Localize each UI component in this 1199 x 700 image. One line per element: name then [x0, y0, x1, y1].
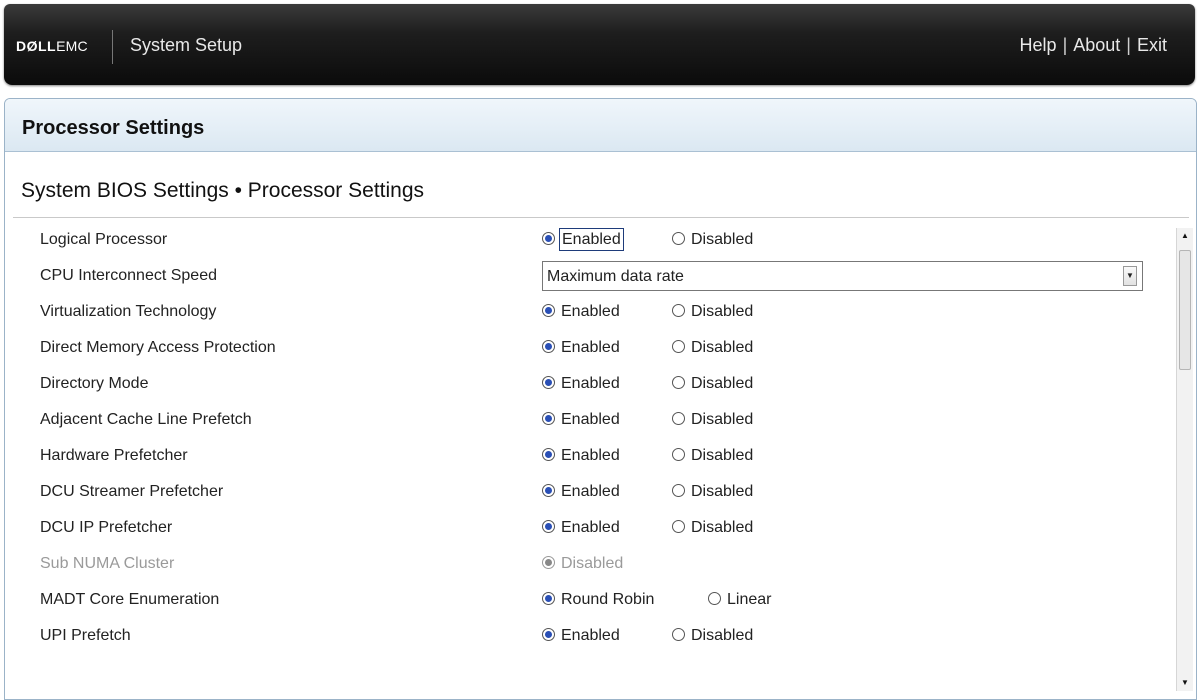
radio-unselected-icon [672, 304, 685, 317]
setting-row-cpu-interconnect-speed: CPU Interconnect Speed Maximum data rate… [40, 260, 1150, 296]
setting-row-direct-memory-access-protection: Direct Memory Access Protection Enabled … [40, 332, 1150, 368]
radio-selected-icon [542, 592, 555, 605]
about-link[interactable]: About [1073, 35, 1120, 55]
breadcrumb: System BIOS Settings • Processor Setting… [21, 179, 425, 202]
scroll-up-icon[interactable]: ▲ [1177, 228, 1193, 244]
radio-unselected-icon [672, 412, 685, 425]
radio-unselected-icon [672, 376, 685, 389]
setting-row-directory-mode: Directory Mode Enabled Disabled [40, 368, 1150, 404]
setting-label: MADT Core Enumeration [40, 591, 518, 609]
option-disabled[interactable]: Disabled [672, 447, 753, 465]
help-link[interactable]: Help [1020, 35, 1057, 55]
radio-selected-icon [542, 448, 555, 461]
setting-row-logical-processor: Logical Processor Enabled Disabled [40, 224, 1150, 260]
setting-row-dcu-ip-prefetcher: DCU IP Prefetcher Enabled Disabled [40, 512, 1150, 548]
cpu-interconnect-speed-dropdown[interactable]: Maximum data rate ▼ [542, 261, 1143, 291]
radio-selected-icon [542, 232, 555, 245]
radio-unselected-icon [672, 628, 685, 641]
exit-link[interactable]: Exit [1137, 35, 1167, 55]
scroll-down-icon[interactable]: ▼ [1177, 675, 1193, 691]
radio-selected-icon [542, 556, 555, 569]
setting-row-virtualization-technology: Virtualization Technology Enabled Disabl… [40, 296, 1150, 332]
top-bar: DØLLEMC System Setup Help | About | Exit [4, 4, 1195, 85]
setting-label: UPI Prefetch [40, 627, 518, 645]
panel-header: Processor Settings [5, 99, 1196, 152]
option-disabled[interactable]: Disabled [672, 627, 753, 645]
setting-row-hardware-prefetcher: Hardware Prefetcher Enabled Disabled [40, 440, 1150, 476]
page-title: Processor Settings [22, 117, 205, 139]
radio-selected-icon [542, 412, 555, 425]
app-title: System Setup [130, 35, 243, 55]
logo-dell-text: DØLL [16, 38, 57, 54]
radio-unselected-icon [672, 340, 685, 353]
setting-label: Directory Mode [40, 375, 518, 393]
setting-row-madt-core-enumeration: MADT Core Enumeration Round Robin Linear [40, 584, 1150, 620]
setting-label: Virtualization Technology [40, 303, 518, 321]
option-disabled[interactable]: Disabled [672, 519, 753, 537]
option-disabled[interactable]: Disabled [672, 411, 753, 429]
link-separator: | [1062, 35, 1068, 55]
radio-selected-icon [542, 484, 555, 497]
setting-row-adjacent-cache-line-prefetch: Adjacent Cache Line Prefetch Enabled Dis… [40, 404, 1150, 440]
divider [13, 217, 1189, 218]
radio-selected-icon [542, 304, 555, 317]
header-divider [112, 30, 113, 64]
setting-row-upi-prefetch: UPI Prefetch Enabled Disabled [40, 620, 1150, 656]
radio-selected-icon [542, 340, 555, 353]
chevron-down-icon[interactable]: ▼ [1123, 266, 1137, 286]
radio-unselected-icon [672, 232, 685, 245]
option-disabled[interactable]: Disabled [672, 231, 753, 249]
radio-selected-icon [542, 376, 555, 389]
option-round-robin[interactable]: Round Robin [542, 591, 654, 609]
setting-label: DCU IP Prefetcher [40, 519, 518, 537]
radio-unselected-icon [672, 520, 685, 533]
option-disabled[interactable]: Disabled [672, 303, 753, 321]
setting-label: Hardware Prefetcher [40, 447, 518, 465]
dell-emc-logo: DØLLEMC [16, 38, 88, 54]
setting-label: CPU Interconnect Speed [40, 267, 518, 285]
option-disabled: Disabled [542, 555, 623, 573]
radio-unselected-icon [672, 484, 685, 497]
option-enabled[interactable]: Enabled [542, 339, 620, 357]
setting-label: Adjacent Cache Line Prefetch [40, 411, 518, 429]
setting-row-dcu-streamer-prefetcher: DCU Streamer Prefetcher Enabled Disabled [40, 476, 1150, 512]
vertical-scrollbar[interactable]: ▲ ▼ [1176, 228, 1193, 691]
option-enabled[interactable]: Enabled [542, 627, 620, 645]
option-disabled[interactable]: Disabled [672, 339, 753, 357]
option-enabled[interactable]: Enabled [542, 375, 620, 393]
radio-unselected-icon [672, 448, 685, 461]
option-enabled[interactable]: Enabled [542, 447, 620, 465]
setting-label: Direct Memory Access Protection [40, 339, 518, 357]
scrollbar-thumb[interactable] [1179, 250, 1191, 370]
dropdown-value: Maximum data rate [547, 268, 684, 285]
radio-selected-icon [542, 628, 555, 641]
header-links: Help | About | Exit [1020, 35, 1167, 56]
setting-label: Sub NUMA Cluster [40, 555, 518, 573]
settings-panel: Processor Settings System BIOS Settings … [4, 98, 1197, 700]
option-enabled[interactable]: Enabled [542, 519, 620, 537]
setting-label: Logical Processor [40, 231, 518, 249]
logo-emc-text: EMC [56, 38, 88, 54]
option-disabled[interactable]: Disabled [672, 375, 753, 393]
option-disabled[interactable]: Disabled [672, 483, 753, 501]
option-enabled[interactable]: Enabled [542, 483, 620, 501]
option-enabled[interactable]: Enabled [542, 303, 620, 321]
option-enabled[interactable]: Enabled [542, 228, 624, 251]
option-enabled[interactable]: Enabled [542, 411, 620, 429]
setting-label: DCU Streamer Prefetcher [40, 483, 518, 501]
radio-selected-icon [542, 520, 555, 533]
option-linear[interactable]: Linear [708, 591, 771, 609]
radio-unselected-icon [708, 592, 721, 605]
setting-row-sub-numa-cluster: Sub NUMA Cluster Disabled [40, 548, 1150, 584]
link-separator: | [1126, 35, 1131, 55]
